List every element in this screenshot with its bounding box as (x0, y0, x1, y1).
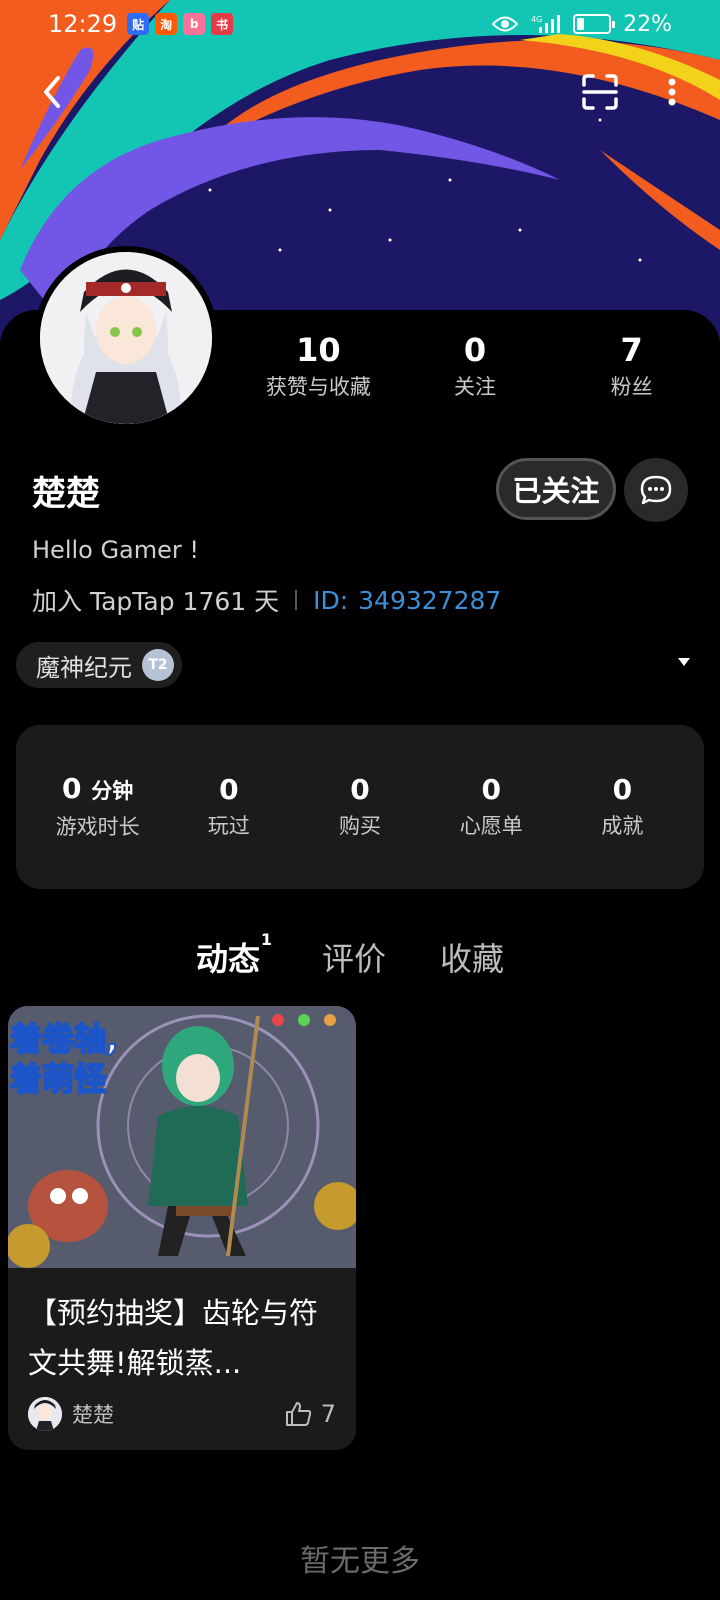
avatar-image (40, 252, 212, 424)
stat-following[interactable]: 0 关注 (397, 330, 554, 404)
bio: Hello Gamer ! (32, 536, 200, 564)
thumbs-up-icon (285, 1402, 311, 1426)
battery-percent: 22% (623, 11, 672, 37)
caret-down-icon (678, 658, 690, 666)
chevron-left-icon (44, 76, 60, 108)
status-time: 12:29 (48, 10, 118, 38)
post-cover-image: 着卷轴, 着萌怪 (8, 1006, 356, 1268)
stat-value: 7 (620, 331, 643, 369)
no-more-text: 暂无更多 (300, 1544, 420, 1579)
post-like-count: 7 (320, 1400, 336, 1428)
post-author-name[interactable]: 楚楚 (72, 1399, 114, 1429)
gstat-label: 玩过 (207, 814, 250, 838)
more-vertical-icon (668, 78, 676, 106)
chat-bubble-icon (640, 475, 672, 505)
message-button[interactable] (624, 458, 688, 522)
content-tabs: 动态 1 评价 收藏 (0, 930, 720, 990)
username: 楚楚 (32, 474, 100, 514)
user-id-value[interactable]: 349327287 (358, 586, 501, 615)
post-card[interactable]: 着卷轴, 着萌怪 【预约抽奖】齿轮与符文共舞!解锁蒸... 楚楚 7 (8, 1006, 356, 1450)
playtime-unit: 分钟 (91, 779, 134, 803)
more-options-button[interactable] (648, 68, 696, 116)
eye-icon (491, 16, 519, 32)
stat-value: 10 (296, 331, 341, 369)
status-indicators: 4G 22% (491, 12, 672, 37)
stat-label: 获赞与收藏 (265, 375, 371, 399)
author-avatar-illustration (28, 1397, 62, 1431)
tab-posts[interactable]: 动态 1 (196, 930, 272, 980)
following-button[interactable]: 已关注 (496, 458, 616, 520)
gstat-label: 心愿单 (459, 814, 523, 838)
post-cover-illustration: 着卷轴, 着萌怪 (8, 1006, 356, 1268)
expand-tags-button[interactable] (676, 654, 692, 670)
stat-likes-favorites[interactable]: 10 获赞与收藏 (240, 330, 397, 404)
playtime-value: 0 (61, 772, 82, 805)
join-info: 加入 TapTap 1761 天 ID: 349327287 (32, 582, 501, 618)
gstat-played[interactable]: 0 玩过 (163, 771, 294, 843)
battery-level (577, 18, 584, 30)
game-tag-name: 魔神纪元 (36, 653, 132, 682)
top-nav (0, 62, 720, 122)
gstat-wishlist[interactable]: 0 心愿单 (426, 771, 557, 843)
post-cover-text-2: 着萌怪 (9, 1060, 107, 1098)
scan-button[interactable] (576, 68, 624, 116)
stat-followers[interactable]: 7 粉丝 (553, 330, 710, 404)
tieba-icon: 贴 (127, 13, 150, 35)
taobao-icon: 淘 (155, 13, 178, 35)
gstat-value: 0 (612, 773, 633, 806)
tab-label: 收藏 (440, 940, 505, 978)
gstat-playtime[interactable]: 0 分钟 游戏时长 (32, 770, 163, 844)
profile-stats: 10 获赞与收藏 0 关注 7 粉丝 (240, 330, 710, 404)
user-id-label: ID: (313, 585, 349, 615)
stat-value: 0 (463, 331, 487, 369)
post-footer: 楚楚 7 (28, 1396, 336, 1432)
post-like-button[interactable]: 7 (285, 1400, 336, 1428)
status-bar: 12:29 贴 淘 b 书 4G 22% (0, 0, 720, 48)
stat-label: 关注 (454, 375, 496, 399)
gstat-value: 0 (219, 773, 239, 806)
battery-icon (573, 14, 616, 34)
game-tag[interactable]: 魔神纪元 T2 (16, 642, 182, 688)
back-button[interactable] (28, 68, 76, 116)
divider (295, 590, 298, 610)
post-title: 【预约抽奖】齿轮与符文共舞!解锁蒸... (28, 1296, 319, 1380)
tab-label: 动态 (196, 940, 261, 978)
svg-text:4G: 4G (531, 15, 542, 24)
gstat-value: 0 分钟 (32, 770, 163, 810)
post-cover-text-1: 着卷轴, (9, 1020, 118, 1058)
avatar[interactable] (34, 246, 218, 430)
stat-label: 粉丝 (610, 375, 653, 399)
tab-label: 评价 (322, 940, 387, 978)
gstat-label: 成就 (601, 814, 644, 838)
xiaohongshu-icon: 书 (211, 13, 234, 35)
tab-reviews[interactable]: 评价 (322, 934, 386, 980)
post-author-avatar[interactable] (28, 1397, 62, 1431)
gstat-label: 购买 (339, 814, 381, 838)
status-app-icons: 贴 淘 b 书 (127, 13, 234, 35)
game-stats-card: 0 分钟 游戏时长 0 玩过 0 购买 0 心愿单 0 成就 (16, 725, 704, 889)
scan-icon (582, 74, 618, 110)
gstat-value: 0 (481, 773, 501, 806)
level-badge-icon: T2 (142, 649, 174, 681)
gstat-achievements[interactable]: 0 成就 (557, 771, 688, 843)
gstat-label: 游戏时长 (55, 815, 140, 839)
gstat-purchased[interactable]: 0 购买 (294, 771, 425, 843)
gstat-value: 0 (350, 773, 370, 806)
tab-count-badge: 1 (260, 930, 273, 949)
avatar-illustration (40, 252, 212, 424)
joined-days: 加入 TapTap 1761 天 (32, 587, 280, 616)
tab-favorites[interactable]: 收藏 (440, 934, 504, 980)
signal-icon: 4G (531, 15, 561, 33)
bilibili-icon: b (183, 13, 206, 35)
